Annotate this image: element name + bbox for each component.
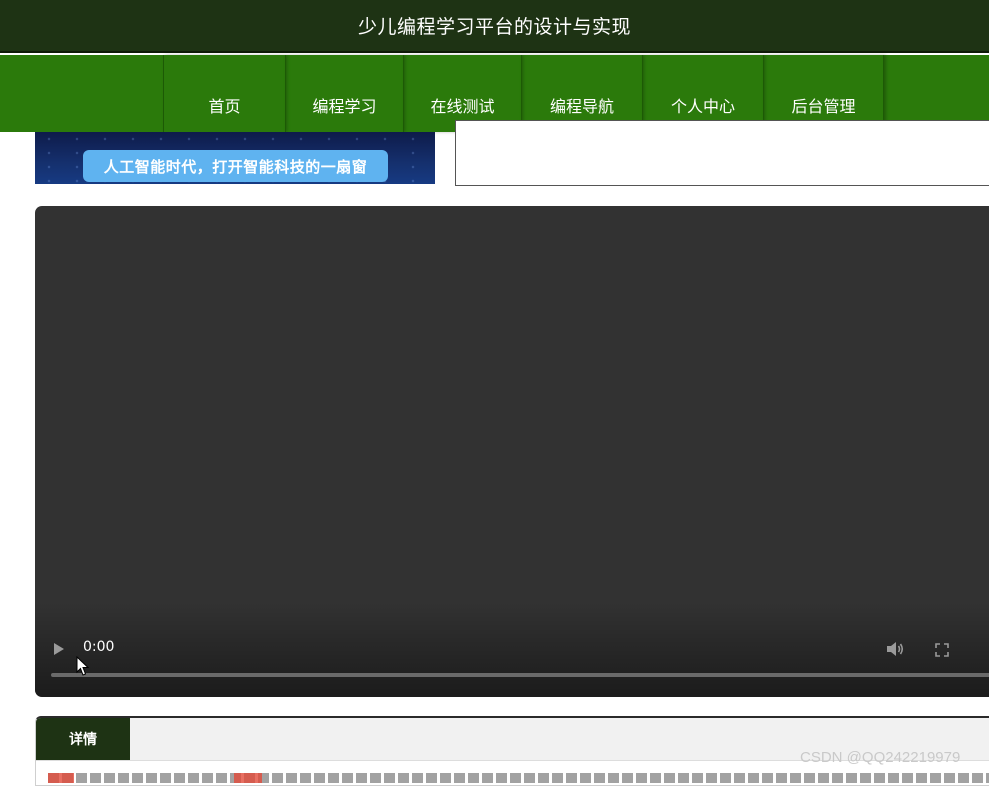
course-banner-image: 人工智能时代，打开智能科技的一扇窗 (35, 132, 435, 184)
volume-icon[interactable] (885, 640, 905, 658)
course-info-box (455, 120, 989, 186)
video-time: 0:00 (83, 639, 115, 655)
fullscreen-icon[interactable] (935, 642, 949, 657)
video-controls-shade (35, 602, 989, 697)
nav-item-home[interactable]: 首页 (163, 55, 285, 132)
tab-details[interactable]: 详情 (36, 718, 130, 760)
details-highlight (48, 773, 74, 783)
watermark: CSDN @QQ242219979 (800, 749, 961, 766)
play-icon[interactable] (51, 641, 67, 657)
details-highlight (234, 773, 262, 783)
details-text-line (48, 773, 989, 783)
site-header: 少儿编程学习平台的设计与实现 (0, 0, 989, 53)
nav-item-programming-learning[interactable]: 编程学习 (285, 55, 403, 132)
banner-caption: 人工智能时代，打开智能科技的一扇窗 (83, 150, 388, 182)
mouse-cursor-icon (76, 656, 90, 676)
video-player[interactable]: 0:00 (35, 206, 989, 697)
video-progress-bar[interactable] (51, 673, 989, 677)
site-title: 少儿编程学习平台的设计与实现 (357, 16, 631, 38)
